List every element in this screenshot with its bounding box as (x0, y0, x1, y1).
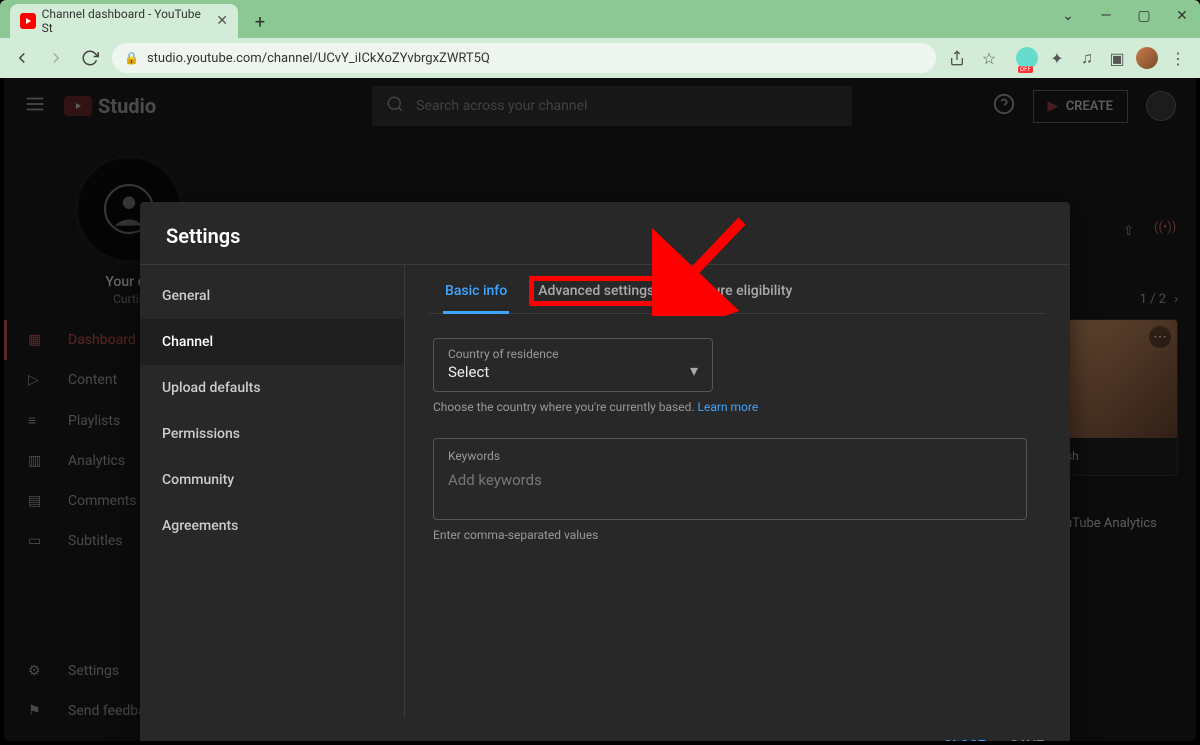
tab-title: Channel dashboard - YouTube St (42, 7, 211, 35)
url-actions: ☆ (946, 47, 1000, 69)
tab-bar: Channel dashboard - YouTube St ✕ + (0, 0, 1200, 38)
reload-icon[interactable] (78, 46, 102, 70)
new-tab-button[interactable]: + (246, 8, 274, 36)
annotation-highlight: Advanced settings (529, 276, 663, 306)
profile-avatar[interactable] (1136, 47, 1158, 69)
tab-basic-info[interactable]: Basic info (443, 265, 509, 313)
caret-down-icon: ▾ (690, 361, 698, 380)
share-icon[interactable] (946, 47, 968, 69)
settings-modal: Settings General Channel Upload defaults… (140, 202, 1070, 741)
modal-nav-agreements[interactable]: Agreements (140, 503, 404, 549)
modal-content: Basic info Advanced settings Feature eli… (405, 265, 1070, 718)
playlist-icon[interactable]: ♫ (1076, 47, 1098, 69)
nav-bar: 🔒 studio.youtube.com/channel/UCvY_iICkXo… (0, 38, 1200, 78)
hint-text: Choose the country where you're currentl… (433, 400, 698, 414)
window-controls: ⌄ — ▢ ✕ (1058, 8, 1192, 24)
modal-nav-upload-defaults[interactable]: Upload defaults (140, 365, 404, 411)
puzzle-icon[interactable]: ✦ (1046, 47, 1068, 69)
url-text: studio.youtube.com/channel/UCvY_iICkXoZY… (147, 51, 490, 66)
country-hint: Choose the country where you're currentl… (433, 400, 1042, 414)
modal-footer: CLOSE SAVE (140, 718, 1070, 741)
browser-chrome: Channel dashboard - YouTube St ✕ + ⌄ — ▢… (0, 0, 1200, 78)
modal-nav-community[interactable]: Community (140, 457, 404, 503)
country-label: Country of residence (448, 347, 698, 361)
modal-title: Settings (140, 202, 1070, 264)
tab-advanced-settings[interactable]: Advanced settings (535, 265, 657, 313)
modal-nav-permissions[interactable]: Permissions (140, 411, 404, 457)
kebab-menu-icon[interactable]: ⋮ (1166, 49, 1190, 68)
country-value: Select (448, 363, 698, 381)
modal-nav-channel[interactable]: Channel (140, 319, 404, 365)
keywords-placeholder: Add keywords (448, 471, 1012, 489)
chevron-down-icon[interactable]: ⌄ (1058, 8, 1078, 24)
close-button[interactable]: CLOSE (943, 738, 985, 741)
star-icon[interactable]: ☆ (978, 47, 1000, 69)
annotation-arrow (652, 206, 762, 320)
close-tab-icon[interactable]: ✕ (216, 13, 228, 29)
keywords-hint: Enter comma-separated values (433, 528, 1042, 542)
url-bar[interactable]: 🔒 studio.youtube.com/channel/UCvY_iICkXo… (112, 43, 936, 73)
lock-icon: 🔒 (124, 51, 139, 65)
browser-tab[interactable]: Channel dashboard - YouTube St ✕ (10, 4, 238, 38)
maximize-icon[interactable]: ▢ (1134, 8, 1154, 24)
extensions-bar: ✦ ♫ ▣ ⋮ (1016, 47, 1190, 69)
forward-icon (44, 46, 68, 70)
save-button[interactable]: SAVE (1010, 738, 1044, 741)
country-select[interactable]: Country of residence Select ▾ (433, 338, 713, 392)
youtube-favicon (20, 13, 36, 29)
modal-nav-general[interactable]: General (140, 273, 404, 319)
keywords-label: Keywords (448, 449, 1012, 463)
youtube-studio-app: Studio Search across your channel ▶ CREA… (4, 78, 1196, 741)
close-window-icon[interactable]: ✕ (1172, 8, 1192, 24)
back-icon[interactable] (10, 46, 34, 70)
minimize-icon[interactable]: — (1096, 8, 1116, 24)
learn-more-link[interactable]: Learn more (698, 400, 759, 414)
extension-off-icon[interactable] (1016, 47, 1038, 69)
panel-icon[interactable]: ▣ (1106, 47, 1128, 69)
modal-sidebar: General Channel Upload defaults Permissi… (140, 265, 405, 718)
keywords-input[interactable]: Keywords Add keywords (433, 438, 1027, 520)
